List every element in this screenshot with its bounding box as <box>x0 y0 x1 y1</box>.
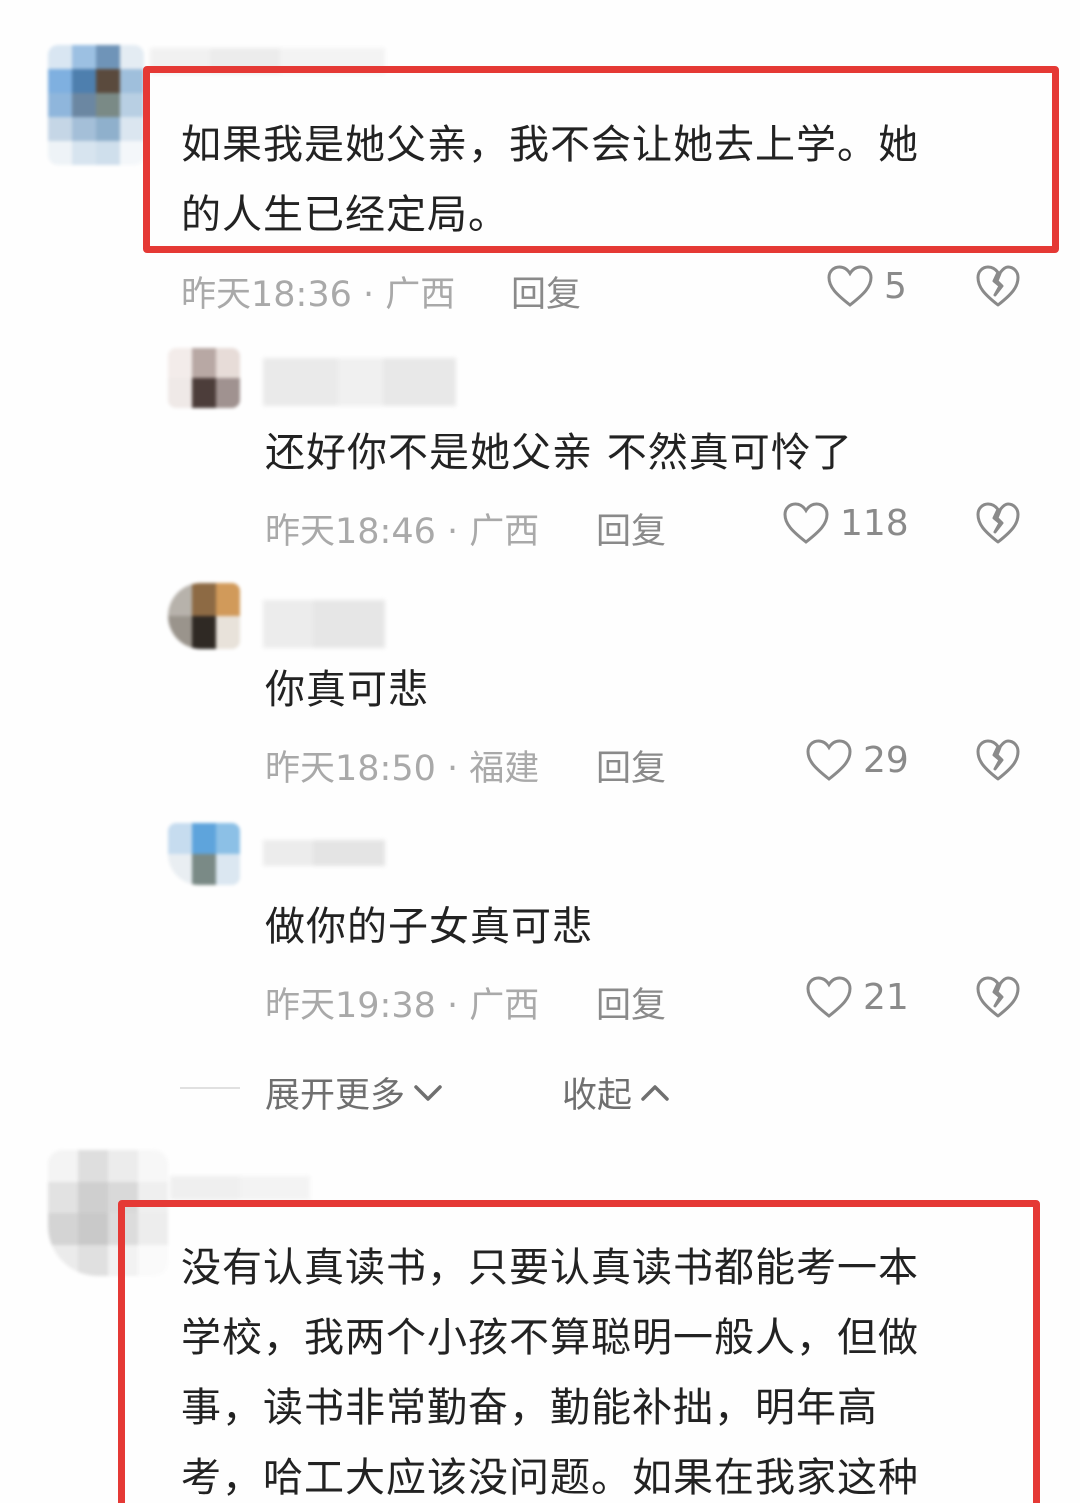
thread-divider <box>180 1087 240 1089</box>
like-count: 21 <box>863 976 909 1018</box>
collapse-label: 收起 <box>562 1076 633 1116</box>
username-redacted[interactable] <box>263 600 385 648</box>
comment-line: 你真可悲 <box>265 667 429 713</box>
dislike-button[interactable] <box>975 501 1021 545</box>
comment-meta: 昨天19:38 · 广西 <box>265 986 540 1026</box>
comment-line: 考，哈工大应该没问题。如果在我家这种 <box>181 1455 919 1501</box>
dislike-button[interactable] <box>975 264 1021 308</box>
expand-more-label: 展开更多 <box>265 1076 406 1116</box>
broken-heart-icon <box>976 739 1020 781</box>
heart-icon <box>827 265 873 307</box>
avatar[interactable] <box>168 583 240 649</box>
dislike-button[interactable] <box>975 975 1021 1019</box>
chevron-down-icon <box>414 1084 442 1101</box>
avatar[interactable] <box>168 348 240 408</box>
comment-line: 事，读书非常勤奋，勤能补拙，明年高 <box>181 1385 878 1431</box>
comment-text: 做你的子女真可悲 <box>265 892 593 962</box>
chevron-up-icon <box>641 1084 669 1101</box>
comment-text: 还好你不是她父亲 不然真可怜了 <box>265 418 853 488</box>
comment-text: 如果我是她父亲，我不会让她去上学。她 的人生已经定局。 <box>181 110 919 250</box>
heart-icon <box>806 976 852 1018</box>
comment-text: 你真可悲 <box>265 655 429 725</box>
like-count: 118 <box>840 502 909 544</box>
dislike-button[interactable] <box>975 738 1021 782</box>
expand-more-button[interactable]: 展开更多 <box>265 1067 443 1118</box>
reply-button[interactable]: 回复 <box>596 977 666 1028</box>
reply-button[interactable]: 回复 <box>596 503 666 554</box>
comment-line: 学校，我两个小孩不算聪明一般人，但做 <box>181 1315 919 1361</box>
broken-heart-icon <box>976 976 1020 1018</box>
like-count: 29 <box>863 739 909 781</box>
username-redacted[interactable] <box>263 358 456 406</box>
broken-heart-icon <box>976 265 1020 307</box>
username-redacted[interactable] <box>170 1176 310 1200</box>
comment-line: 的人生已经定局。 <box>181 192 509 238</box>
comment-text: 没有认真读书，只要认真读书都能考一本 学校，我两个小孩不算聪明一般人，但做 事，… <box>181 1233 919 1503</box>
heart-icon <box>806 739 852 781</box>
comment-meta: 昨天18:36 · 广西 <box>181 275 456 315</box>
broken-heart-icon <box>976 502 1020 544</box>
comment-line: 如果我是她父亲，我不会让她去上学。她 <box>181 122 919 168</box>
like-count: 5 <box>884 265 907 307</box>
comment-line: 做你的子女真可悲 <box>265 904 593 950</box>
comment-meta: 昨天18:46 · 广西 <box>265 512 540 552</box>
comment-meta: 昨天18:50 · 福建 <box>265 749 540 789</box>
heart-icon <box>783 502 829 544</box>
like-button[interactable]: 5 <box>826 264 907 308</box>
like-button[interactable]: 118 <box>782 501 909 545</box>
comment-line: 没有认真读书，只要认真读书都能考一本 <box>181 1245 919 1291</box>
reply-button[interactable]: 回复 <box>596 740 666 791</box>
like-button[interactable]: 29 <box>805 738 909 782</box>
like-button[interactable]: 21 <box>805 975 909 1019</box>
comment-line: 还好你不是她父亲 不然真可怜了 <box>265 430 853 476</box>
avatar[interactable] <box>48 45 144 165</box>
username-redacted[interactable] <box>263 840 385 866</box>
reply-button[interactable]: 回复 <box>511 266 581 317</box>
collapse-button[interactable]: 收起 <box>562 1067 670 1118</box>
avatar[interactable] <box>168 823 240 885</box>
